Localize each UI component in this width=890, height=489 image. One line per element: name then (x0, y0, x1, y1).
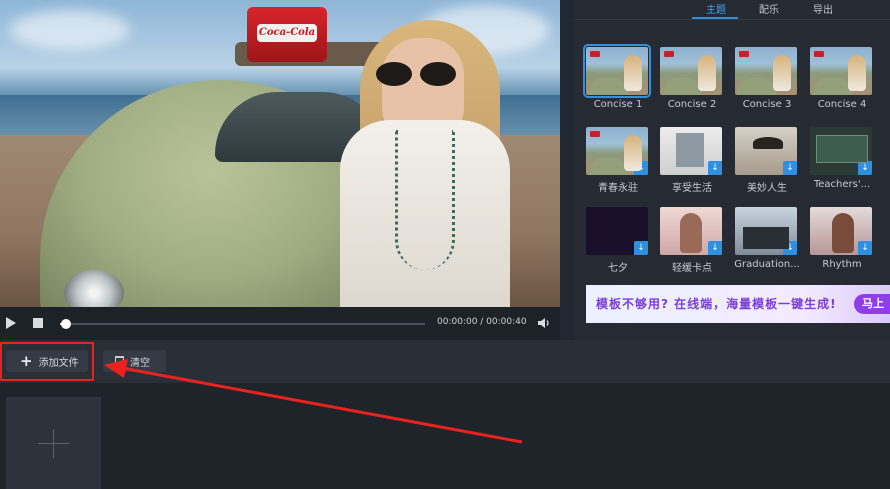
theme-thumbnail: ↓ (586, 207, 648, 255)
tab-export[interactable]: 导出 (813, 1, 833, 16)
theme-label: Teachers'... (813, 179, 871, 190)
active-tab-indicator (692, 17, 738, 19)
brand-badge (664, 51, 674, 57)
cloud (10, 10, 130, 50)
progress-knob[interactable] (60, 319, 71, 329)
add-media-slot[interactable] (6, 397, 101, 489)
theme-label: Rhythm (822, 259, 862, 270)
clear-label: 清空 (130, 357, 150, 369)
sunglasses (376, 62, 460, 88)
theme-label: 青春永驻 (598, 183, 638, 194)
clear-button[interactable]: 清空 (103, 350, 166, 372)
brand-badge (590, 51, 600, 57)
download-icon[interactable]: ↓ (634, 161, 648, 175)
theme-card[interactable]: ↓ 美妙人生 (735, 127, 799, 203)
progress-bar[interactable] (60, 323, 425, 325)
theme-card[interactable]: ↓ Teachers'... (810, 127, 874, 203)
toolbar: + 添加文件 清空 (0, 340, 890, 383)
theme-card[interactable]: Concise 4 (810, 47, 874, 123)
theme-label: Concise 4 (817, 99, 867, 110)
theme-label: 享受生活 (672, 183, 712, 194)
theme-thumbnail (810, 47, 872, 95)
theme-thumbnail: ↓ (586, 127, 648, 175)
theme-card[interactable]: ↓ 享受生活 (660, 127, 724, 203)
promo-banner[interactable]: 模板不够用? 在线端，海量模板一键生成! 马上 (586, 285, 890, 323)
theme-card[interactable]: Concise 3 (735, 47, 799, 123)
promo-banner-text: 模板不够用? 在线端，海量模板一键生成! (596, 297, 837, 311)
download-icon[interactable]: ↓ (708, 161, 722, 175)
download-icon[interactable]: ↓ (634, 241, 648, 255)
brand-badge (814, 51, 824, 57)
panel-tabs: 主题 配乐 导出 (575, 0, 890, 20)
add-file-button[interactable]: + 添加文件 (6, 350, 88, 372)
theme-thumbnail: ↓ (735, 207, 797, 255)
promo-banner-button[interactable]: 马上 (854, 294, 890, 314)
tab-music[interactable]: 配乐 (759, 1, 779, 16)
video-preview: Coca-Cola (0, 0, 560, 307)
theme-thumbnail: ↓ (810, 207, 872, 255)
theme-thumbnail: ↓ (660, 207, 722, 255)
theme-card[interactable]: ↓ Graduation... (734, 207, 800, 283)
download-icon[interactable]: ↓ (783, 241, 797, 255)
theme-thumbnail: ↓ (660, 127, 722, 175)
theme-label: Concise 2 (667, 99, 717, 110)
theme-label: 七夕 (608, 263, 628, 274)
stop-icon[interactable] (33, 318, 43, 328)
theme-thumbnail (735, 47, 797, 95)
download-icon[interactable]: ↓ (858, 241, 872, 255)
theme-thumbnail (583, 44, 651, 98)
theme-thumbnail: ↓ (810, 127, 872, 175)
download-icon[interactable]: ↓ (708, 241, 722, 255)
tab-theme[interactable]: 主题 (706, 1, 726, 16)
theme-card[interactable]: ↓ 七夕 (586, 207, 650, 283)
brand-badge (590, 131, 600, 137)
trash-icon (115, 356, 124, 366)
theme-card[interactable]: ↓ 轻缓卡点 (660, 207, 724, 283)
player-controls: 00:00:00 / 00:00:40 (0, 307, 560, 340)
theme-card[interactable]: ↓ Rhythm (810, 207, 874, 283)
time-readout: 00:00:00 / 00:00:40 (437, 317, 527, 327)
plus-icon: + (20, 351, 33, 370)
theme-label: 轻缓卡点 (672, 263, 712, 274)
volume-icon[interactable] (537, 316, 551, 330)
necklace (395, 130, 455, 270)
theme-label: 美妙人生 (747, 183, 787, 194)
theme-card[interactable]: ↓ 青春永驻 (586, 127, 650, 203)
add-file-label: 添加文件 (38, 357, 79, 369)
theme-label: Concise 1 (593, 99, 643, 110)
cooler-logo: Coca-Cola (257, 24, 317, 42)
theme-thumbnail: ↓ (735, 127, 797, 175)
brand-badge (739, 51, 749, 57)
timeline (0, 383, 890, 489)
theme-label: Concise 3 (742, 99, 792, 110)
play-icon[interactable] (6, 317, 16, 329)
theme-card[interactable]: Concise 1 (583, 44, 651, 123)
theme-card[interactable]: Concise 2 (660, 47, 724, 123)
theme-label: Graduation... (734, 259, 800, 270)
theme-panel: 主题 配乐 导出 Concise 1 Concise 2 Concise 3 Conc… (575, 0, 890, 340)
theme-thumbnail (660, 47, 722, 95)
download-icon[interactable]: ↓ (858, 161, 872, 175)
download-icon[interactable]: ↓ (783, 161, 797, 175)
